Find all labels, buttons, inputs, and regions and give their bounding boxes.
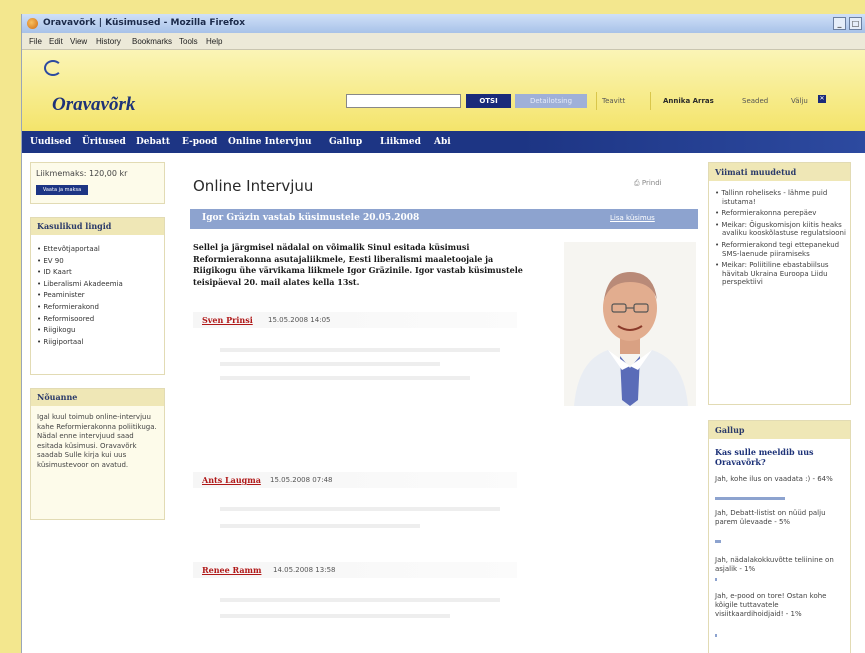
nav-gallup[interactable]: Gallup bbox=[329, 137, 362, 147]
poll-question: Kas sulle meeldib uus Oravavõrk? bbox=[715, 447, 814, 467]
question-author[interactable]: Ants Laugma bbox=[202, 475, 261, 485]
recent-item[interactable]: • Reformierakond tegi ettepanekud SMS-la… bbox=[715, 241, 847, 258]
interviewee-photo bbox=[564, 242, 696, 406]
question-text bbox=[220, 598, 500, 602]
site-logo[interactable]: Oravavõrk bbox=[52, 94, 135, 116]
recently-changed-title: Viimati muudetud bbox=[709, 163, 850, 181]
browser-window: Oravavõrk | Küsimused - Mozilla Firefox … bbox=[21, 14, 865, 653]
poll-result-bar bbox=[715, 497, 785, 500]
useful-links-title: Kasulikud lingid bbox=[31, 218, 164, 235]
advice-box: Nõuanne Igal kuul toimub online-intervju… bbox=[30, 388, 165, 520]
nav-fill bbox=[522, 131, 865, 153]
question-author[interactable]: Sven Prinsi bbox=[202, 315, 253, 325]
nav-debate[interactable]: Debatt bbox=[136, 137, 170, 147]
link-item[interactable]: • ID Kaart bbox=[37, 267, 123, 279]
header-divider bbox=[650, 92, 651, 110]
advice-text: Igal kuul toimub online-intervjuu kahe R… bbox=[37, 413, 157, 469]
search-button[interactable]: OTSI bbox=[466, 94, 511, 108]
poll-option[interactable]: Jah, Debatt-listist on nüüd palju parem … bbox=[715, 509, 847, 527]
nav-members[interactable]: Liikmed bbox=[380, 137, 421, 147]
membership-box: Liikmemaks: 120,00 kr Vaata ja maksa bbox=[30, 162, 165, 204]
question-text bbox=[220, 376, 470, 380]
menu-edit[interactable]: Edit bbox=[49, 37, 63, 46]
membership-fee: Liikmemaks: 120,00 kr bbox=[36, 169, 128, 178]
maximize-button[interactable]: □ bbox=[849, 17, 862, 30]
notify-link[interactable]: Teavitt bbox=[602, 97, 625, 105]
header-divider bbox=[596, 92, 597, 110]
question-text bbox=[220, 614, 450, 618]
title-bar: Oravavõrk | Küsimused - Mozilla Firefox … bbox=[22, 14, 865, 33]
main-nav: Uudised Üritused Debatt E-pood Online In… bbox=[22, 131, 865, 153]
pay-button[interactable]: Vaata ja maksa bbox=[36, 185, 88, 195]
interview-bar: Igor Gräzin vastab küsimustele 20.05.200… bbox=[190, 209, 698, 229]
useful-links-list: • Ettevõtjaportaal • EV 90 • ID Kaart • … bbox=[37, 244, 123, 348]
user-name[interactable]: Annika Arras bbox=[663, 97, 714, 105]
interview-intro: Sellel ja järgmisel nädalal on võimalik … bbox=[193, 242, 523, 288]
printer-icon: ⎙ bbox=[634, 179, 640, 187]
poll-option[interactable]: Jah, kohe ilus on vaadata :) - 64% bbox=[715, 475, 847, 484]
menu-tools[interactable]: Tools bbox=[179, 37, 198, 46]
print-link[interactable]: ⎙ Prindi bbox=[634, 179, 662, 188]
poll-option[interactable]: Jah, nädalakokkuvõtte teliinine on asjal… bbox=[715, 556, 847, 574]
advice-title: Nõuanne bbox=[31, 389, 164, 406]
link-item[interactable]: • Liberalismi Akadeemia bbox=[37, 279, 123, 291]
question-row: Renee Ramm 14.05.2008 13:58 bbox=[193, 562, 517, 578]
settings-link[interactable]: Seaded bbox=[742, 97, 768, 105]
menu-bar: File Edit View History Bookmarks Tools H… bbox=[22, 33, 865, 50]
question-author[interactable]: Renee Ramm bbox=[202, 565, 261, 575]
gallup-title: Gallup bbox=[709, 421, 850, 439]
menu-help[interactable]: Help bbox=[206, 37, 222, 46]
search-input[interactable] bbox=[346, 94, 461, 108]
useful-links-box: Kasulikud lingid • Ettevõtjaportaal • EV… bbox=[30, 217, 165, 375]
page-title: Online Intervjuu bbox=[193, 177, 314, 195]
minimize-button[interactable]: _ bbox=[833, 17, 846, 30]
recently-changed-list: • Tallinn roheliseks - lähme puid istuta… bbox=[715, 189, 847, 290]
link-item[interactable]: • Peaminister bbox=[37, 290, 123, 302]
nav-help[interactable]: Abi bbox=[434, 137, 451, 147]
nav-online-interview[interactable]: Online Intervjuu bbox=[228, 137, 312, 147]
nav-news[interactable]: Uudised bbox=[30, 137, 71, 147]
poll-result-bar bbox=[715, 578, 717, 581]
recent-item[interactable]: • Meikar: Poliitiline ebastabiilsus hävi… bbox=[715, 261, 847, 287]
link-item[interactable]: • Reformisoored bbox=[37, 314, 123, 326]
recent-item[interactable]: • Meikar: Õiguskomisjon kiitis heaks ava… bbox=[715, 221, 847, 238]
menu-history[interactable]: History bbox=[96, 37, 121, 46]
logout-link[interactable]: Välju bbox=[791, 97, 808, 105]
menu-file[interactable]: File bbox=[29, 37, 42, 46]
question-text bbox=[220, 348, 500, 352]
nav-events[interactable]: Üritused bbox=[82, 137, 126, 147]
poll-result-bar bbox=[715, 540, 721, 543]
link-item[interactable]: • Ettevõtjaportaal bbox=[37, 244, 123, 256]
link-item[interactable]: • Reformierakond bbox=[37, 302, 123, 314]
link-item[interactable]: • Riigiportaal bbox=[37, 337, 123, 349]
question-text bbox=[220, 507, 500, 511]
recent-item[interactable]: • Tallinn roheliseks - lähme puid istuta… bbox=[715, 189, 847, 206]
poll-result-bar bbox=[715, 634, 717, 637]
menu-view[interactable]: View bbox=[70, 37, 87, 46]
question-row: Sven Prinsi 15.05.2008 14:05 bbox=[193, 312, 517, 328]
logout-icon[interactable]: ✕ bbox=[818, 95, 826, 103]
question-date: 14.05.2008 13:58 bbox=[273, 566, 336, 574]
question-date: 15.05.2008 14:05 bbox=[268, 316, 331, 324]
interview-title: Igor Gräzin vastab küsimustele 20.05.200… bbox=[202, 213, 420, 223]
link-item[interactable]: • EV 90 bbox=[37, 256, 123, 268]
menu-bookmarks[interactable]: Bookmarks bbox=[132, 37, 172, 46]
question-text bbox=[220, 362, 440, 366]
recently-changed-box: Viimati muudetud • Tallinn roheliseks - … bbox=[708, 162, 851, 405]
question-row: Ants Laugma 15.05.2008 07:48 bbox=[193, 472, 517, 488]
link-item[interactable]: • Riigikogu bbox=[37, 325, 123, 337]
site-header: Oravavõrk OTSI Detailotsing Teavitt Anni… bbox=[22, 50, 865, 131]
window-title: Oravavõrk | Küsimused - Mozilla Firefox bbox=[43, 18, 246, 28]
nav-eshop[interactable]: E-pood bbox=[182, 137, 217, 147]
gallup-box: Gallup Kas sulle meeldib uus Oravavõrk? … bbox=[708, 420, 851, 653]
question-date: 15.05.2008 07:48 bbox=[270, 476, 333, 484]
firefox-icon bbox=[27, 18, 38, 29]
recent-item[interactable]: • Reformierakonna perepäev bbox=[715, 209, 847, 218]
poll-option[interactable]: Jah, e-pood on tore! Ostan kohe kõigile … bbox=[715, 592, 847, 619]
add-question-link[interactable]: Lisa küsimus bbox=[610, 214, 655, 222]
advanced-search-button[interactable]: Detailotsing bbox=[515, 94, 587, 108]
question-text bbox=[220, 524, 420, 528]
logo-swirl-icon bbox=[44, 60, 62, 76]
